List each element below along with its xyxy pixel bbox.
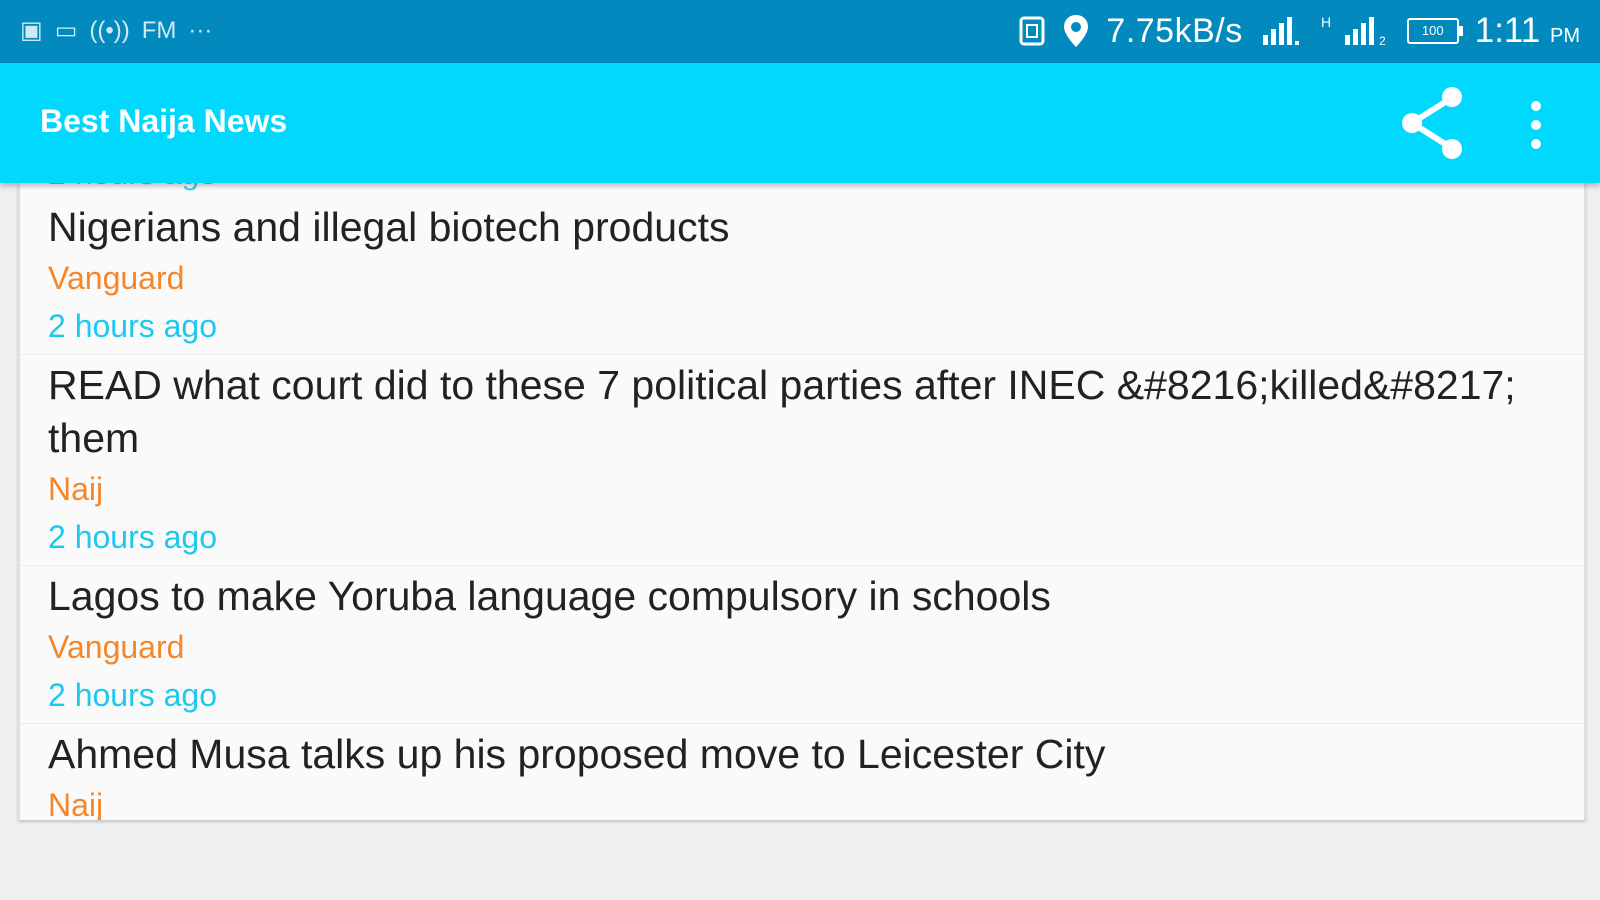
fm-radio-icon: FM [141,17,177,44]
more-vert-icon [1531,101,1541,111]
news-item-source: Vanguard [48,629,185,665]
clock: 1:11 PM [1474,11,1580,50]
news-item-title: Ahmed Musa talks up his proposed move to… [48,731,1106,777]
news-item[interactable]: Nigerians and illegal biotech products V… [20,197,1584,355]
signal-icon [1262,17,1299,45]
svg-text:2: 2 [1379,34,1386,48]
news-item-title: Nigerians and illegal biotech products [48,204,730,250]
news-item-title: Lagos to make Yoruba language compulsory… [48,573,1051,619]
news-item[interactable]: Lagos to make Yoruba language compulsory… [20,566,1584,724]
svg-text:H: H [1321,14,1331,30]
location-icon [1064,15,1089,47]
news-item-source: Naij [48,787,104,820]
status-bar: ▣ ▭ ((•)) FM ··· 7.75kB/s H 2 100 1:11 P… [0,0,1600,63]
share-button[interactable] [1396,85,1468,161]
nfc-icon [1019,16,1045,46]
signal-h-icon: H 2 [1321,14,1386,48]
news-item-time-partial: 2 hours ago [20,183,1584,197]
share-icon [1402,87,1462,159]
more-notifications-icon: ··· [188,17,213,44]
hotspot-icon: ((•)) [89,17,130,44]
app-bar: Best Naija News [0,63,1600,183]
app-title: Best Naija News [40,103,288,139]
screenshot-icon: ▭ [54,17,78,44]
news-item-title: READ what court did to these 7 political… [48,362,1516,461]
news-item-time: 2 hours ago [48,519,218,555]
sim-storage-icon: ▣ [20,17,43,44]
news-list[interactable]: 2 hours ago Nigerians and illegal biotec… [18,183,1586,820]
news-item-source: Naij [48,471,104,507]
news-item[interactable]: Ahmed Musa talks up his proposed move to… [20,724,1584,820]
news-item[interactable]: READ what court did to these 7 political… [20,355,1584,566]
more-options-button[interactable] [1520,101,1552,149]
news-item-time: 2 hours ago [48,308,218,344]
notification-icons: ▣ ▭ ((•)) FM ··· [20,14,212,48]
news-item-time: 2 hours ago [48,677,218,713]
news-item-source: Vanguard [48,260,185,296]
network-speed: 7.75kB/s [1106,11,1243,50]
battery-icon: 100 [1406,18,1463,44]
system-indicators: 7.75kB/s H 2 100 1:11 PM [1018,8,1580,54]
